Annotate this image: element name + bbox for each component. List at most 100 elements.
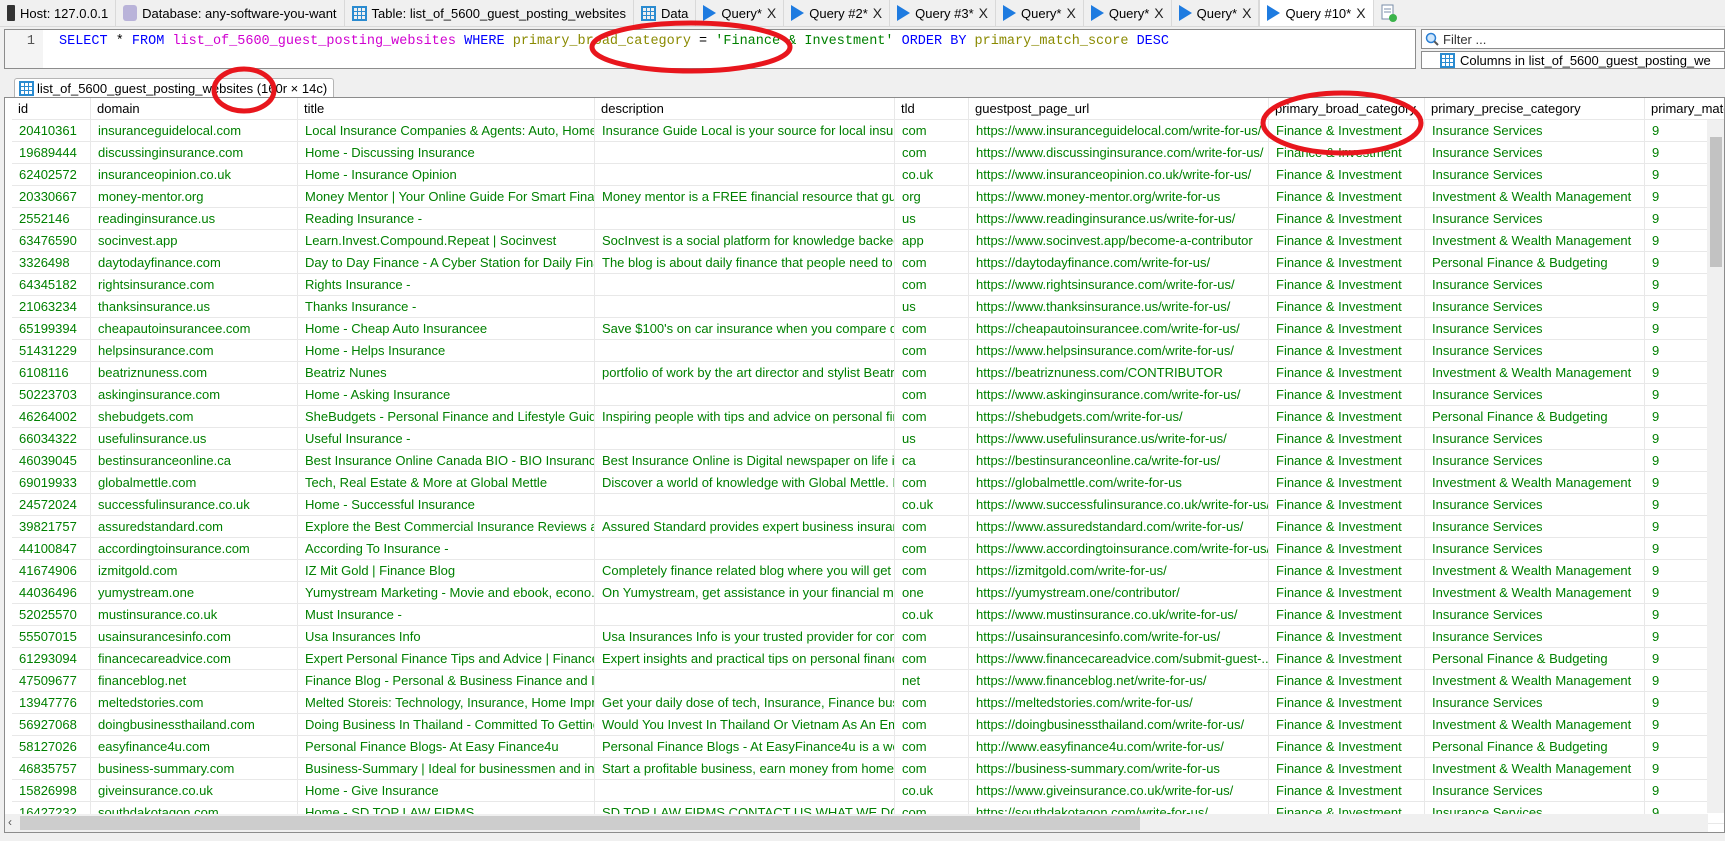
column-header-tld[interactable]: tld: [895, 98, 969, 120]
cell-tld[interactable]: com: [895, 384, 969, 406]
cell-id[interactable]: 41674906: [12, 560, 91, 582]
table-row[interactable]: 44100847 accordingtoinsurance.com Accordin…: [12, 538, 1724, 560]
cell-guestpost-page-url[interactable]: https://www.financeblog.net/write-for-us…: [969, 670, 1269, 692]
cell-title[interactable]: Must Insurance -: [298, 604, 595, 626]
cell-tld[interactable]: com: [895, 648, 969, 670]
tab-table-list-of-5600-guest-posting-websites[interactable]: Table: list_of_5600_guest_posting_websit…: [344, 0, 634, 26]
cell-description[interactable]: Insurance Guide Local is your source for…: [595, 120, 895, 142]
cell-tld[interactable]: com: [895, 736, 969, 758]
cell-primary-precise-category[interactable]: Personal Finance & Budgeting: [1425, 252, 1645, 274]
cell-description[interactable]: Usa Insurances Info is your trusted prov…: [595, 626, 895, 648]
cell-tld[interactable]: com: [895, 252, 969, 274]
column-header-title[interactable]: title: [298, 98, 595, 120]
cell-id[interactable]: 3326498: [12, 252, 91, 274]
cell-description[interactable]: Save $100's on car insurance when you co…: [595, 318, 895, 340]
cell-title[interactable]: Doing Business In Thailand - Committed T…: [298, 714, 595, 736]
table-row[interactable]: 13947776 meltedstories.com Melted Storeis:…: [12, 692, 1724, 714]
cell-primary-precise-category[interactable]: Personal Finance & Budgeting: [1425, 736, 1645, 758]
cell-primary-precise-category[interactable]: Insurance Services: [1425, 604, 1645, 626]
cell-title[interactable]: Money Mentor | Your Online Guide For Sma…: [298, 186, 595, 208]
table-row[interactable]: 3326498 daytodayfinance.com Day to Day Fin…: [12, 252, 1724, 274]
cell-description[interactable]: Inspiring people with tips and advice on…: [595, 406, 895, 428]
sql-editor[interactable]: 1 SELECT * FROM list_of_5600_guest_posti…: [4, 29, 1416, 69]
cell-guestpost-page-url[interactable]: https://www.financecareadvice.com/submit…: [969, 648, 1269, 670]
close-tab-icon[interactable]: X: [873, 5, 882, 21]
cell-primary-broad-category[interactable]: Finance & Investment: [1269, 230, 1425, 252]
cell-domain[interactable]: readinginsurance.us: [91, 208, 298, 230]
cell-id[interactable]: 15826998: [12, 780, 91, 802]
table-row[interactable]: 58127026 easyfinance4u.com Personal Financ…: [12, 736, 1724, 758]
tab-query-2[interactable]: Query #2* X: [784, 0, 891, 26]
cell-primary-precise-category[interactable]: Personal Finance & Budgeting: [1425, 648, 1645, 670]
column-header-id[interactable]: id: [12, 98, 91, 120]
table-row[interactable]: 66034322 usefulinsurance.us Useful Insuran…: [12, 428, 1724, 450]
cell-description[interactable]: portfolio of work by the art director an…: [595, 362, 895, 384]
cell-guestpost-page-url[interactable]: https://www.money-mentor.org/write-for-u…: [969, 186, 1269, 208]
cell-guestpost-page-url[interactable]: https://www.askinginsurance.com/write-fo…: [969, 384, 1269, 406]
cell-domain[interactable]: money-mentor.org: [91, 186, 298, 208]
cell-primary-broad-category[interactable]: Finance & Investment: [1269, 582, 1425, 604]
cell-guestpost-page-url[interactable]: https://www.helpsinsurance.com/write-for…: [969, 340, 1269, 362]
cell-id[interactable]: 58127026: [12, 736, 91, 758]
cell-guestpost-page-url[interactable]: https://globalmettle.com/write-for-us: [969, 472, 1269, 494]
cell-description[interactable]: [595, 296, 895, 318]
cell-id[interactable]: 47509677: [12, 670, 91, 692]
cell-primary-broad-category[interactable]: Finance & Investment: [1269, 186, 1425, 208]
cell-tld[interactable]: co.uk: [895, 780, 969, 802]
cell-primary-precise-category[interactable]: Insurance Services: [1425, 516, 1645, 538]
close-tab-icon[interactable]: X: [1242, 5, 1251, 21]
cell-domain[interactable]: daytodayfinance.com: [91, 252, 298, 274]
cell-description[interactable]: Expert insights and practical tips on pe…: [595, 648, 895, 670]
filter-input[interactable]: Filter ...: [1421, 29, 1725, 49]
cell-primary-broad-category[interactable]: Finance & Investment: [1269, 428, 1425, 450]
table-row[interactable]: 65199394 cheapautoinsurancee.com Home - Ch…: [12, 318, 1724, 340]
cell-primary-precise-category[interactable]: Insurance Services: [1425, 428, 1645, 450]
cell-id[interactable]: 20330667: [12, 186, 91, 208]
table-row[interactable]: 63476590 socinvest.app Learn.Invest.Compou…: [12, 230, 1724, 252]
cell-id[interactable]: 52025570: [12, 604, 91, 626]
cell-description[interactable]: [595, 384, 895, 406]
cell-id[interactable]: 2552146: [12, 208, 91, 230]
table-row[interactable]: 64345182 rightsinsurance.com Rights Insura…: [12, 274, 1724, 296]
table-row[interactable]: 24572024 successfulinsurance.co.uk Home - …: [12, 494, 1724, 516]
cell-primary-broad-category[interactable]: Finance & Investment: [1269, 560, 1425, 582]
cell-id[interactable]: 6108116: [12, 362, 91, 384]
cell-primary-broad-category[interactable]: Finance & Investment: [1269, 472, 1425, 494]
cell-primary-precise-category[interactable]: Insurance Services: [1425, 384, 1645, 406]
cell-guestpost-page-url[interactable]: http://www.easyfinance4u.com/write-for-u…: [969, 736, 1269, 758]
cell-description[interactable]: [595, 428, 895, 450]
cell-domain[interactable]: rightsinsurance.com: [91, 274, 298, 296]
cell-tld[interactable]: co.uk: [895, 164, 969, 186]
cell-domain[interactable]: cheapautoinsurancee.com: [91, 318, 298, 340]
cell-id[interactable]: 55507015: [12, 626, 91, 648]
cell-description[interactable]: [595, 538, 895, 560]
cell-tld[interactable]: com: [895, 626, 969, 648]
cell-primary-broad-category[interactable]: Finance & Investment: [1269, 626, 1425, 648]
cell-description[interactable]: Best Insurance Online is Digital newspap…: [595, 450, 895, 472]
cell-guestpost-page-url[interactable]: https://www.successfulinsurance.co.uk/wr…: [969, 494, 1269, 516]
table-row[interactable]: 55507015 usainsurancesinfo.com Usa Insuran…: [12, 626, 1724, 648]
cell-description[interactable]: [595, 208, 895, 230]
cell-id[interactable]: 50223703: [12, 384, 91, 406]
cell-description[interactable]: Assured Standard provides expert busines…: [595, 516, 895, 538]
cell-description[interactable]: [595, 604, 895, 626]
cell-primary-precise-category[interactable]: Personal Finance & Budgeting: [1425, 406, 1645, 428]
cell-domain[interactable]: shebudgets.com: [91, 406, 298, 428]
tab-query[interactable]: Query* X: [1083, 0, 1172, 26]
cell-domain[interactable]: mustinsurance.co.uk: [91, 604, 298, 626]
cell-tld[interactable]: com: [895, 340, 969, 362]
vertical-scrollbar[interactable]: [1707, 120, 1724, 813]
cell-description[interactable]: [595, 670, 895, 692]
cell-primary-precise-category[interactable]: Insurance Services: [1425, 164, 1645, 186]
cell-guestpost-page-url[interactable]: https://usainsurancesinfo.com/write-for-…: [969, 626, 1269, 648]
cell-guestpost-page-url[interactable]: https://www.rightsinsurance.com/write-fo…: [969, 274, 1269, 296]
cell-guestpost-page-url[interactable]: https://izmitgold.com/write-for-us/: [969, 560, 1269, 582]
cell-primary-broad-category[interactable]: Finance & Investment: [1269, 450, 1425, 472]
cell-primary-broad-category[interactable]: Finance & Investment: [1269, 736, 1425, 758]
cell-id[interactable]: 46835757: [12, 758, 91, 780]
cell-primary-broad-category[interactable]: Finance & Investment: [1269, 604, 1425, 626]
new-query-tab-button[interactable]: [1373, 0, 1404, 26]
cell-primary-broad-category[interactable]: Finance & Investment: [1269, 780, 1425, 802]
cell-title[interactable]: Useful Insurance -: [298, 428, 595, 450]
cell-guestpost-page-url[interactable]: https://daytodayfinance.com/write-for-us…: [969, 252, 1269, 274]
